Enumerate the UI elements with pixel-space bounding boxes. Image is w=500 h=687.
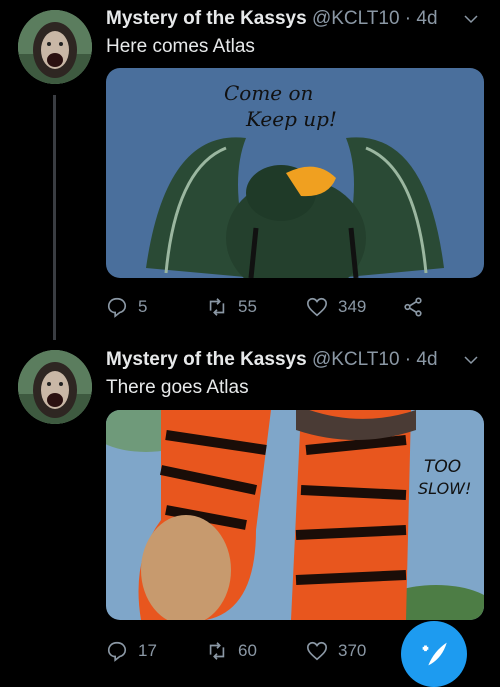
like-count: 370 — [338, 641, 367, 660]
tweet-header: Mystery of the Kassys @KCLT10 · 4d — [106, 349, 438, 371]
avatar[interactable] — [18, 350, 92, 424]
display-name[interactable]: Mystery of the Kassys — [106, 8, 307, 29]
image-caption-line-1: TOO — [424, 457, 461, 477]
retweet-icon — [209, 298, 225, 316]
tweet-text: There goes Atlas — [106, 377, 249, 398]
avatar[interactable] — [18, 10, 92, 84]
retweet-button[interactable]: 60 — [206, 640, 257, 662]
retweet-count: 60 — [238, 641, 257, 660]
image-caption-line-2: SLOW! — [418, 479, 471, 498]
like-count: 349 — [338, 297, 367, 316]
timestamp[interactable]: · 4d — [405, 8, 438, 29]
reply-count: 5 — [138, 297, 148, 316]
tweet-text: Here comes Atlas — [106, 36, 255, 57]
like-icon — [307, 297, 327, 317]
share-button[interactable] — [402, 296, 424, 318]
reply-button[interactable]: 5 — [106, 296, 147, 318]
chevron-down-icon[interactable] — [462, 10, 480, 28]
like-button[interactable]: 349 — [306, 296, 366, 318]
like-button[interactable]: 370 — [306, 640, 366, 662]
tweet-actions: 5 55 349 — [106, 296, 486, 322]
timestamp[interactable]: · 4d — [405, 349, 438, 370]
share-icon — [404, 297, 422, 317]
tweet-1[interactable]: Mystery of the Kassys @KCLT10 · 4d Here … — [0, 0, 500, 340]
image-caption-line-2: Keep up! — [245, 107, 337, 131]
reply-button[interactable]: 17 — [106, 640, 157, 662]
reply-icon — [107, 297, 127, 318]
user-handle[interactable]: @KCLT10 — [312, 349, 400, 370]
tweet-media[interactable]: Come on Keep up! — [106, 68, 484, 278]
tweet-header: Mystery of the Kassys @KCLT10 · 4d — [106, 8, 438, 30]
retweet-icon — [209, 642, 225, 660]
chevron-down-icon[interactable] — [462, 351, 480, 369]
compose-tweet-button[interactable] — [401, 621, 467, 687]
image-caption-line-1: Come on — [224, 81, 313, 105]
user-handle[interactable]: @KCLT10 — [312, 8, 400, 29]
compose-icon — [422, 642, 447, 666]
avatar-image — [18, 10, 92, 84]
display-name[interactable]: Mystery of the Kassys — [106, 349, 307, 370]
reply-count: 17 — [138, 641, 157, 660]
retweet-button[interactable]: 55 — [206, 296, 257, 318]
comic-image-griffin: Come on Keep up! — [106, 68, 484, 278]
like-icon — [307, 641, 327, 661]
tweet-media[interactable]: TOO SLOW! — [106, 410, 484, 620]
comic-image-tiger-legs: TOO SLOW! — [106, 410, 484, 620]
retweet-count: 55 — [238, 297, 257, 316]
reply-icon — [107, 641, 127, 662]
avatar-image — [18, 350, 92, 424]
